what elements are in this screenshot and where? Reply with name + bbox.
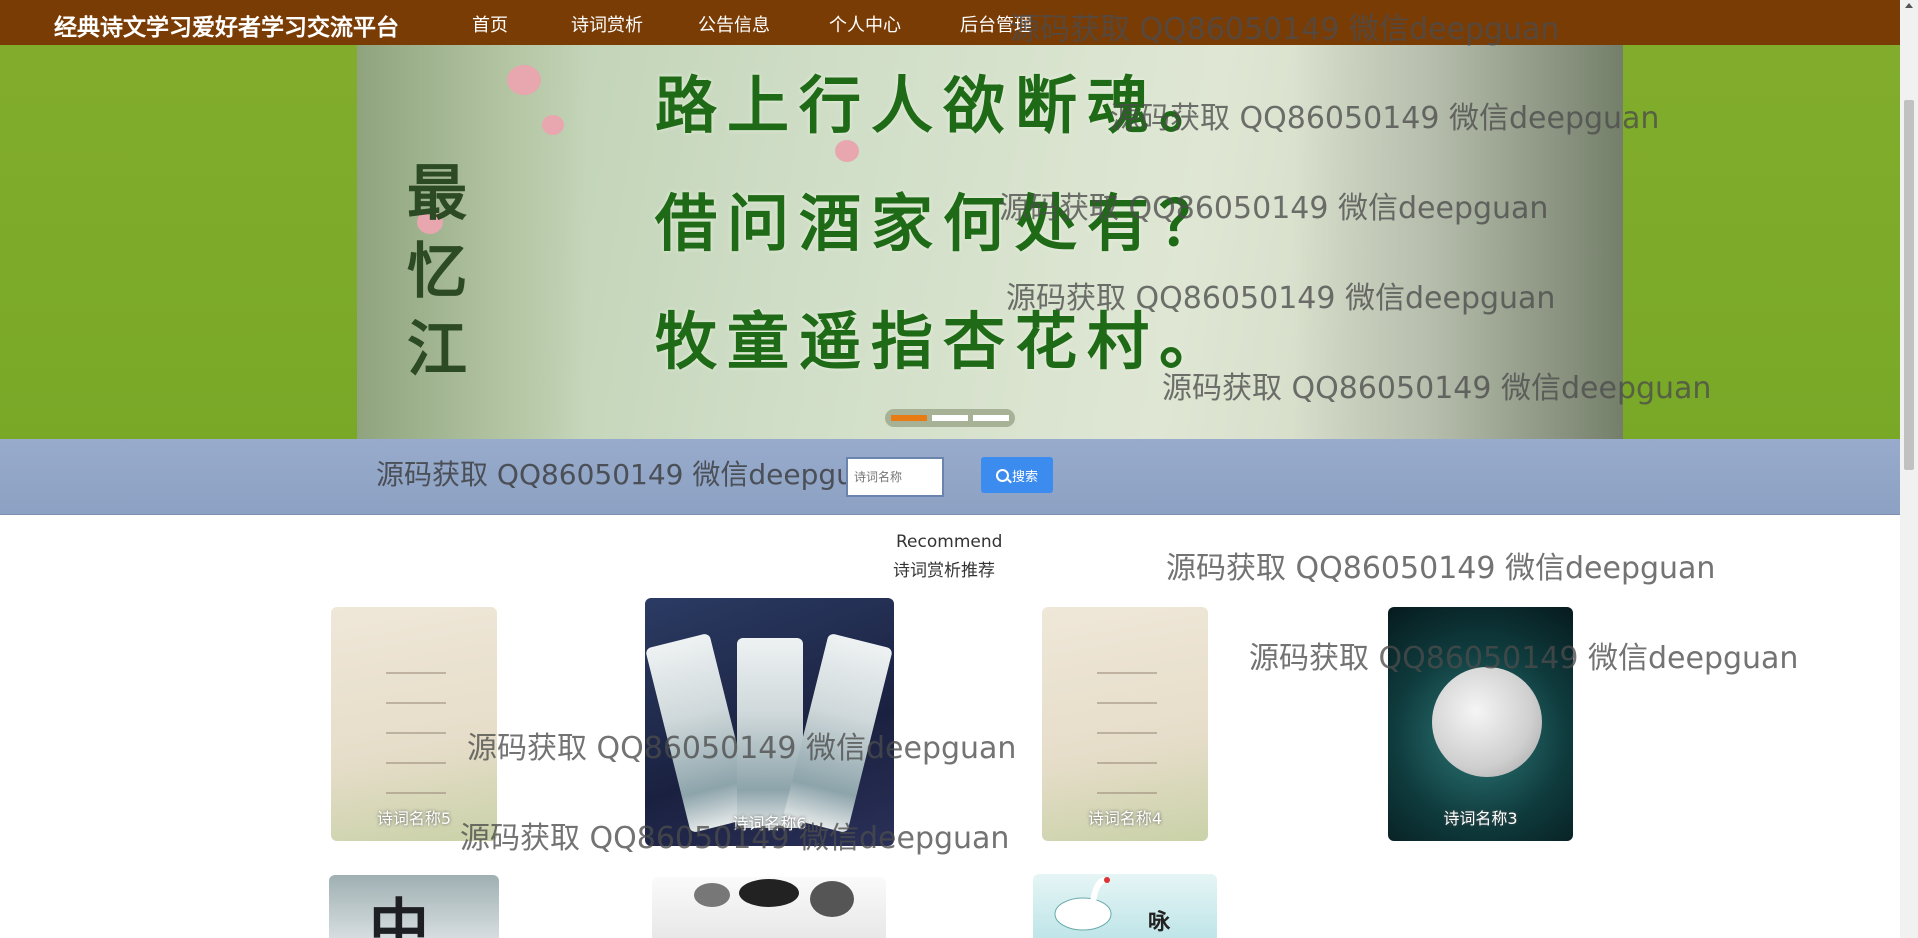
card-image — [1097, 672, 1157, 822]
poem-card[interactable]: 诗词名称3 — [1388, 607, 1573, 841]
search-input[interactable] — [846, 457, 944, 497]
nav-announcements[interactable]: 公告信息 — [698, 11, 770, 37]
poem-card-title: 诗词名称3 — [1443, 809, 1518, 828]
top-navbar: 经典诗文学习爱好者学习交流平台 首页 诗词赏析 公告信息 个人中心 后台管理 — [0, 0, 1900, 45]
section-title-en: Recommend — [896, 532, 1003, 552]
search-label: 源码获取 QQ86050149 微信deepguan — [376, 458, 889, 491]
banner-carousel[interactable]: 最忆江 路上行人欲断魂。 借问酒家何处有？ 牧童遥指杏花村。 — [0, 45, 1900, 439]
search-button-label: 搜索 — [1011, 469, 1038, 485]
ink-sketch-image — [694, 879, 854, 917]
search-bar: 源码获取 QQ86050149 微信deepguan 搜索 — [0, 439, 1900, 515]
search-button[interactable]: 搜索 — [981, 457, 1053, 493]
slide-figure-right — [1293, 45, 1623, 439]
nav-poetry-appreciation[interactable]: 诗词赏析 — [571, 11, 643, 37]
scroll-up-icon[interactable] — [1905, 3, 1913, 8]
nav-home[interactable]: 首页 — [472, 11, 508, 37]
blossom-image — [507, 65, 541, 95]
poem-card[interactable]: 中 — [329, 875, 499, 938]
section-title-cn: 诗词赏析推荐 — [893, 561, 995, 581]
poem-line-3: 牧童遥指杏花村。 — [655, 305, 1232, 378]
poem-card-title: 诗词名称4 — [1087, 809, 1163, 828]
search-icon — [995, 468, 1009, 482]
card-calligraphy: 咏 鹅 — [1148, 910, 1177, 935]
nav-admin[interactable]: 后台管理 — [960, 11, 1032, 37]
poem-line-2: 借问酒家何处有？ — [655, 187, 1232, 260]
poem-card[interactable]: 诗词名称4 — [1042, 607, 1208, 841]
carousel-indicators — [885, 409, 1015, 427]
nav-personal-center[interactable]: 个人中心 — [829, 11, 901, 37]
slide-ink-left — [357, 45, 587, 439]
carousel-dot-2[interactable] — [932, 415, 968, 421]
poem-card[interactable]: 诗词名称5 — [331, 607, 497, 841]
card-calligraphy: 中 — [369, 893, 429, 938]
poem-card-title: 诗词名称5 — [376, 809, 452, 828]
carousel-dot-1[interactable] — [891, 415, 927, 421]
card-image — [386, 672, 446, 822]
carousel-dot-3[interactable] — [973, 415, 1009, 421]
poem-card[interactable] — [652, 877, 886, 938]
vertical-scrollbar[interactable] — [1900, 0, 1918, 938]
banner-slide: 最忆江 路上行人欲断魂。 借问酒家何处有？ 牧童遥指杏花村。 — [357, 45, 1623, 439]
poem-card-title: 诗词名称6 — [732, 814, 807, 833]
watermark-text: 源码获取 QQ86050149 微信deepguan — [1166, 551, 1716, 586]
poem-card[interactable]: 诗词名称6 — [645, 598, 894, 846]
blossom-image — [542, 115, 564, 135]
poem-card[interactable]: 咏 鹅 — [1033, 874, 1217, 938]
moon-image — [1432, 667, 1542, 777]
calligraphy-text: 最忆江 — [407, 159, 467, 385]
scroll-thumb[interactable] — [1904, 100, 1914, 470]
poem-line-1: 路上行人欲断魂。 — [655, 69, 1232, 142]
site-title[interactable]: 经典诗文学习爱好者学习交流平台 — [54, 8, 399, 42]
